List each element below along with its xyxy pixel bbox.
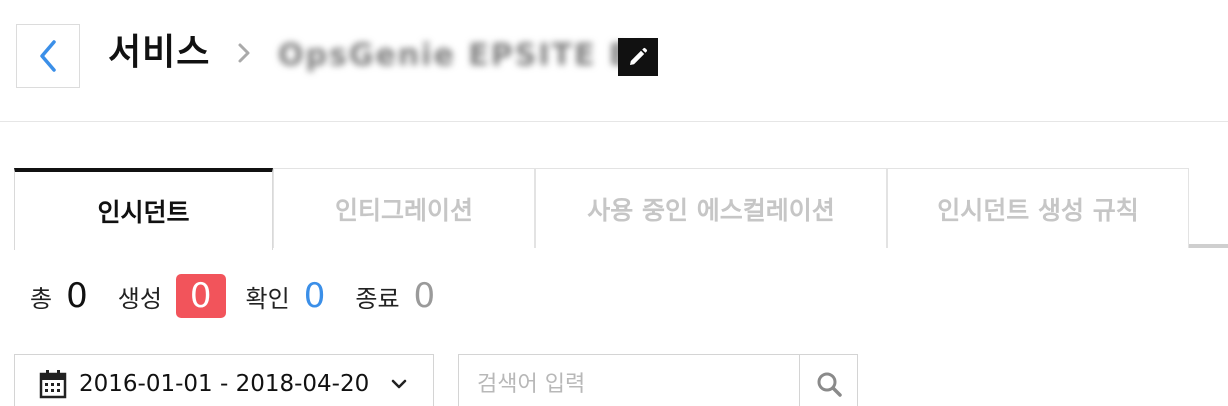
calendar-icon <box>39 370 67 399</box>
closed-count[interactable]: 0 <box>414 276 436 316</box>
tab-escalations-in-use[interactable]: 사용 중인 에스컬레이션 <box>535 168 887 248</box>
search-input[interactable] <box>459 355 799 406</box>
closed-label: 종료 <box>355 284 400 313</box>
back-button[interactable] <box>16 24 80 88</box>
incident-counts: 총 0 생성 0 확인 0 종료 0 <box>30 270 465 322</box>
new-label: 생성 <box>117 284 162 313</box>
edit-service-name-button[interactable] <box>618 38 658 76</box>
new-count-badge[interactable]: 0 <box>175 274 226 318</box>
service-name: OpsGenie EPSITE BI <box>278 36 645 74</box>
tab-incidents[interactable]: 인시던트 <box>14 168 273 250</box>
date-range-value: 2016-01-01 - 2018-04-20 <box>79 371 370 397</box>
ack-label: 확인 <box>245 284 290 313</box>
tab-integrations[interactable]: 인티그레이션 <box>273 168 535 248</box>
ack-count[interactable]: 0 <box>304 276 326 316</box>
search-button[interactable] <box>799 355 857 406</box>
breadcrumb-separator-icon <box>232 38 256 68</box>
page-title: 서비스 <box>108 32 211 73</box>
total-label: 총 <box>30 284 53 313</box>
tab-bar: 인시던트 인티그레이션 사용 중인 에스컬레이션 인시던트 생성 규칙 <box>14 168 1228 250</box>
search-icon <box>817 372 842 397</box>
page-header: 서비스 OpsGenie EPSITE BI <box>0 0 1228 122</box>
search-box <box>458 354 858 406</box>
chevron-left-icon <box>40 40 56 72</box>
total-count: 0 <box>66 276 88 316</box>
chevron-down-icon <box>391 379 407 389</box>
date-range-picker[interactable]: 2016-01-01 - 2018-04-20 <box>14 354 434 406</box>
tab-incident-rules[interactable]: 인시던트 생성 규칙 <box>887 168 1189 248</box>
pencil-icon <box>630 47 648 65</box>
service-name-text: OpsGenie EPSITE BI <box>278 37 647 73</box>
